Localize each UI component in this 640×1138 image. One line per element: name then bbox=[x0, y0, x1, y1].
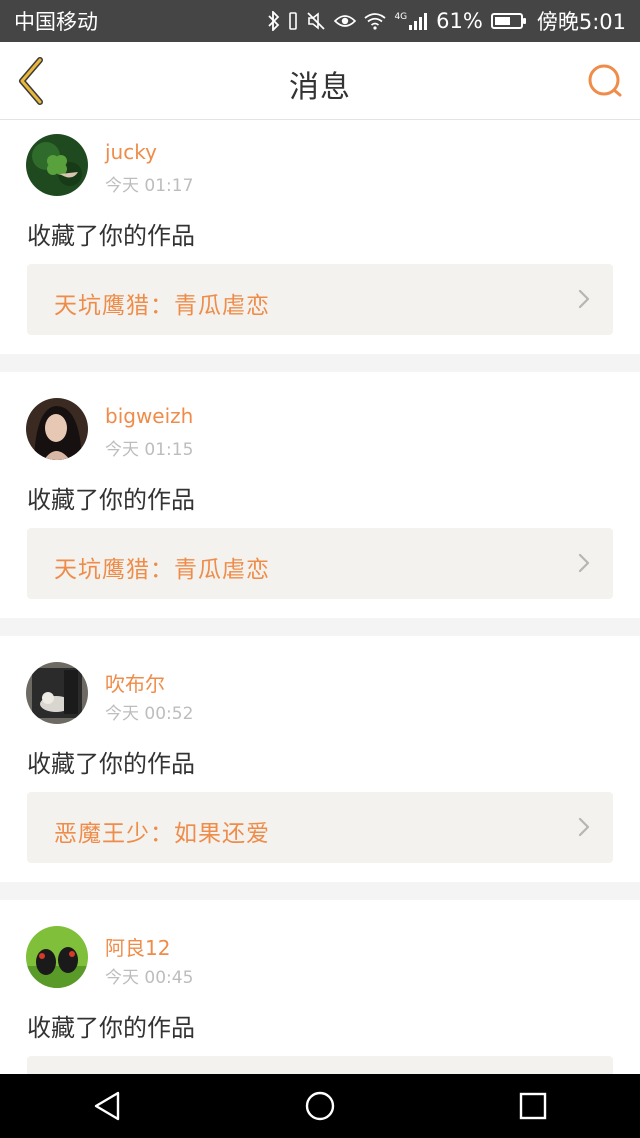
clock: 傍晚5:01 bbox=[536, 10, 626, 34]
triangle-back-icon bbox=[94, 1091, 119, 1121]
message-time: 今天 00:45 bbox=[105, 968, 194, 988]
message-time: 今天 01:17 bbox=[105, 176, 194, 196]
page-title: 消息 bbox=[289, 70, 351, 105]
nav-recents-button[interactable] bbox=[503, 1076, 563, 1136]
bluetooth-icon bbox=[268, 11, 280, 31]
work-title: 恶魔王少：如果还爱 bbox=[54, 821, 270, 847]
avatar[interactable] bbox=[26, 926, 88, 988]
search-icon bbox=[588, 64, 622, 97]
message-action: 收藏了你的作品 bbox=[27, 222, 195, 250]
chevron-right-icon bbox=[578, 289, 590, 309]
carrier-label: 中国移动 bbox=[14, 10, 98, 34]
avatar[interactable] bbox=[26, 134, 88, 196]
message-card: 阿良12 今天 00:45 收藏了你的作品 bbox=[0, 900, 640, 1074]
work-link[interactable]: 天坑鹰猎：青瓜虐恋 bbox=[27, 528, 613, 599]
username[interactable]: 吹布尔 bbox=[105, 668, 165, 697]
message-card: jucky 今天 01:17 收藏了你的作品 天坑鹰猎：青瓜虐恋 bbox=[0, 120, 640, 354]
network-label: 4G bbox=[394, 12, 408, 22]
status-bar: 中国移动 4G 61% 傍晚5:01 bbox=[0, 0, 640, 42]
work-title: 天坑鹰猎：青瓜虐恋 bbox=[54, 557, 270, 583]
mute-icon bbox=[306, 11, 326, 31]
battery-percent: 61% bbox=[436, 9, 483, 33]
wifi-icon bbox=[364, 12, 386, 30]
search-button[interactable] bbox=[586, 62, 624, 100]
system-nav-bar bbox=[0, 1074, 640, 1138]
app-header: 消息 bbox=[0, 42, 640, 120]
vibrate-icon bbox=[288, 11, 298, 31]
work-link[interactable] bbox=[27, 1056, 613, 1074]
avatar[interactable] bbox=[26, 398, 88, 460]
message-action: 收藏了你的作品 bbox=[27, 486, 195, 514]
chevron-right-icon bbox=[578, 817, 590, 837]
work-link[interactable]: 恶魔王少：如果还爱 bbox=[27, 792, 613, 863]
nav-back-button[interactable] bbox=[77, 1076, 137, 1136]
username[interactable]: bigweizh bbox=[105, 404, 193, 428]
signal-icon: 4G bbox=[394, 12, 428, 30]
username[interactable]: 阿良12 bbox=[105, 932, 170, 961]
square-recents-icon bbox=[520, 1092, 547, 1120]
message-card: 吹布尔 今天 00:52 收藏了你的作品 恶魔王少：如果还爱 bbox=[0, 636, 640, 882]
work-link[interactable]: 天坑鹰猎：青瓜虐恋 bbox=[27, 264, 613, 335]
message-action: 收藏了你的作品 bbox=[27, 750, 195, 778]
work-title: 天坑鹰猎：青瓜虐恋 bbox=[54, 293, 270, 319]
avatar[interactable] bbox=[26, 662, 88, 724]
circle-home-icon bbox=[305, 1091, 335, 1121]
message-action: 收藏了你的作品 bbox=[27, 1014, 195, 1042]
nav-home-button[interactable] bbox=[290, 1076, 350, 1136]
message-list[interactable]: jucky 今天 01:17 收藏了你的作品 天坑鹰猎：青瓜虐恋 bigweiz… bbox=[0, 120, 640, 1074]
message-time: 今天 00:52 bbox=[105, 704, 194, 724]
message-time: 今天 01:15 bbox=[105, 440, 194, 460]
battery-icon bbox=[490, 13, 526, 29]
eye-icon bbox=[334, 13, 357, 29]
status-icons: 4G 61% 傍晚5:01 bbox=[268, 6, 626, 36]
username[interactable]: jucky bbox=[105, 140, 157, 164]
chevron-right-icon bbox=[578, 553, 590, 573]
message-card: bigweizh 今天 01:15 收藏了你的作品 天坑鹰猎：青瓜虐恋 bbox=[0, 372, 640, 618]
